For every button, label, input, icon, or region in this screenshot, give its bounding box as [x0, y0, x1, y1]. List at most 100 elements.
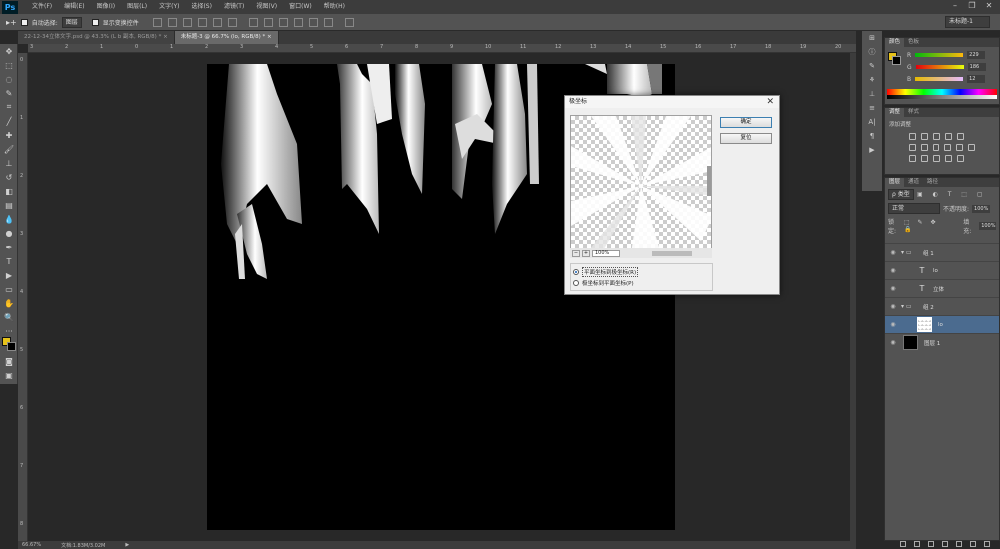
tab-channels[interactable]: 通道 [904, 178, 923, 187]
color-bg-swatch[interactable] [892, 56, 901, 65]
zoom-out-button[interactable]: − [572, 249, 580, 257]
auto-select-checkbox[interactable] [20, 18, 28, 26]
tab-color[interactable]: 颜色 [885, 38, 905, 47]
brightness-icon[interactable] [909, 133, 916, 140]
timeline-panel-icon[interactable]: ▶ [862, 143, 882, 157]
channel-r-value[interactable]: 229 [967, 51, 986, 59]
layer-filter-dropdown[interactable]: ρ 类型 [888, 189, 914, 200]
filter-icons[interactable]: ▣ ◐ T ⬚ ▢ [917, 191, 987, 198]
workspace-switcher[interactable]: 未标题-1 [945, 16, 990, 28]
fill-value[interactable]: 100% [979, 222, 996, 230]
option-polar-to-rect[interactable]: 极坐标到平面坐标(P) [573, 277, 710, 288]
preview-hscroll[interactable] [652, 250, 692, 256]
zoom-value[interactable]: 100% [592, 249, 620, 257]
tab-close-icon[interactable]: × [267, 34, 272, 40]
reset-button[interactable]: 复位 [720, 133, 772, 144]
background-color-swatch[interactable] [7, 342, 16, 351]
menu-item[interactable]: 视图(V) [250, 0, 283, 14]
actions-panel-icon[interactable]: ≡ [862, 101, 882, 115]
zoom-in-button[interactable]: + [582, 249, 590, 257]
screen-mode-icon[interactable]: ▣ [0, 368, 18, 382]
visibility-eye-icon[interactable]: ◉ [885, 267, 901, 274]
new-group-icon[interactable] [956, 541, 962, 547]
distribute-left-icon[interactable] [293, 17, 303, 27]
selective-color-icon[interactable] [957, 155, 964, 162]
layer-row[interactable]: ◉ T 立体 [885, 279, 999, 297]
color-spectrum[interactable] [887, 89, 997, 99]
link-layers-icon[interactable] [900, 541, 906, 547]
channel-b-slider[interactable] [915, 77, 964, 81]
align-hcenter-icon[interactable] [212, 17, 222, 27]
menu-item[interactable]: 选择(S) [185, 0, 218, 14]
brush-panel-icon[interactable]: ✎ [862, 59, 882, 73]
levels-icon[interactable] [921, 133, 928, 140]
move-tool-icon[interactable]: ✥ [0, 44, 18, 58]
distribute-top-icon[interactable] [248, 17, 258, 27]
visibility-eye-icon[interactable]: ◉ [885, 303, 901, 310]
menu-item[interactable]: 滤镜(T) [218, 0, 250, 14]
opacity-value[interactable]: 100% [972, 204, 991, 213]
menu-item[interactable]: 文件(F) [26, 0, 58, 14]
tab-document-2[interactable]: 未标题-3 @ 66.7% (lo, RGB/8) * × [174, 31, 279, 44]
character-panel-icon[interactable]: A| [862, 115, 882, 129]
radio-rect-to-polar[interactable] [573, 268, 579, 275]
layer-row[interactable]: ◉ 图层 1 [885, 333, 999, 351]
dialog-close-icon[interactable]: ✕ [766, 96, 774, 108]
clone-stamp-icon[interactable]: ⊥ [0, 156, 18, 170]
visibility-eye-icon[interactable]: ◉ [885, 285, 901, 292]
new-layer-icon[interactable] [970, 541, 976, 547]
layer-row[interactable]: ◉ ▾ ▭ 组 1 [885, 243, 999, 261]
quick-select-tool-icon[interactable]: ✎ [0, 86, 18, 100]
eyedropper-tool-icon[interactable]: ╱ [0, 114, 18, 128]
menu-item[interactable]: 图像(I) [91, 0, 121, 14]
adjustment-layer-icon[interactable] [942, 541, 948, 547]
zoom-level[interactable]: 66.67% [22, 542, 41, 548]
auto-align-icon[interactable] [344, 17, 354, 27]
close-button[interactable]: ✕ [982, 1, 996, 12]
tab-layers[interactable]: 图层 [885, 178, 905, 187]
option-rect-to-polar[interactable]: 平面坐标到极坐标(R) [573, 266, 710, 277]
curves-icon[interactable] [933, 133, 940, 140]
crop-tool-icon[interactable]: ⌗ [0, 100, 18, 114]
history-panel-icon[interactable]: ⊞ [862, 31, 882, 45]
distribute-right-icon[interactable] [323, 17, 333, 27]
lock-icons[interactable]: ⬚ ✎ ✥ 🔒 [904, 219, 950, 233]
color-balance-icon[interactable] [920, 144, 928, 151]
distribute-bottom-icon[interactable] [278, 17, 288, 27]
align-vcenter-icon[interactable] [167, 17, 177, 27]
hand-tool-icon[interactable]: ✋ [0, 296, 18, 310]
tab-document-1[interactable]: 22-12-34立体文字.psd @ 43.3% (L b 副本, RGB/8)… [18, 31, 175, 44]
gradient-map-icon[interactable] [945, 155, 952, 162]
radio-polar-to-rect[interactable] [573, 279, 579, 286]
align-top-icon[interactable] [152, 17, 162, 27]
marquee-tool-icon[interactable]: ⬚ [0, 58, 18, 72]
channel-g-value[interactable]: 186 [967, 63, 986, 71]
dialog-preview[interactable] [570, 115, 712, 253]
tab-styles[interactable]: 样式 [904, 108, 923, 117]
show-transform-checkbox[interactable] [91, 18, 99, 26]
align-bottom-icon[interactable] [182, 17, 192, 27]
channel-r-slider[interactable] [915, 53, 964, 57]
menu-item[interactable]: 编辑(E) [58, 0, 90, 14]
canvas-vertical-scrollbar[interactable] [850, 53, 856, 541]
visibility-eye-icon[interactable]: ◉ [885, 249, 901, 256]
color-lookup-icon[interactable] [968, 144, 975, 151]
layer-row[interactable]: ◉ ▾ ▭ 组 2 [885, 297, 999, 315]
brush-tool-icon[interactable]: 🖌 [0, 142, 18, 156]
type-tool-icon[interactable]: T [0, 254, 18, 268]
more-tools-icon[interactable]: ··· [0, 324, 18, 338]
align-right-icon[interactable] [227, 17, 237, 27]
align-left-icon[interactable] [197, 17, 207, 27]
brush-preset-icon[interactable]: ⚘ [862, 73, 882, 87]
auto-select-dropdown[interactable]: 图层 [61, 16, 82, 28]
menu-item[interactable]: 图层(L) [121, 0, 153, 14]
vibrance-icon[interactable] [957, 133, 964, 140]
restore-button[interactable]: ❐ [965, 1, 979, 12]
add-mask-icon[interactable] [928, 541, 934, 547]
pen-tool-icon[interactable]: ✒ [0, 240, 18, 254]
distribute-hcenter-icon[interactable] [308, 17, 318, 27]
paragraph-panel-icon[interactable]: ¶ [862, 129, 882, 143]
layer-row[interactable]: ◉ Tlo [885, 261, 999, 279]
blend-mode-dropdown[interactable]: 正常 [888, 203, 940, 214]
menu-item[interactable]: 窗口(W) [283, 0, 318, 14]
